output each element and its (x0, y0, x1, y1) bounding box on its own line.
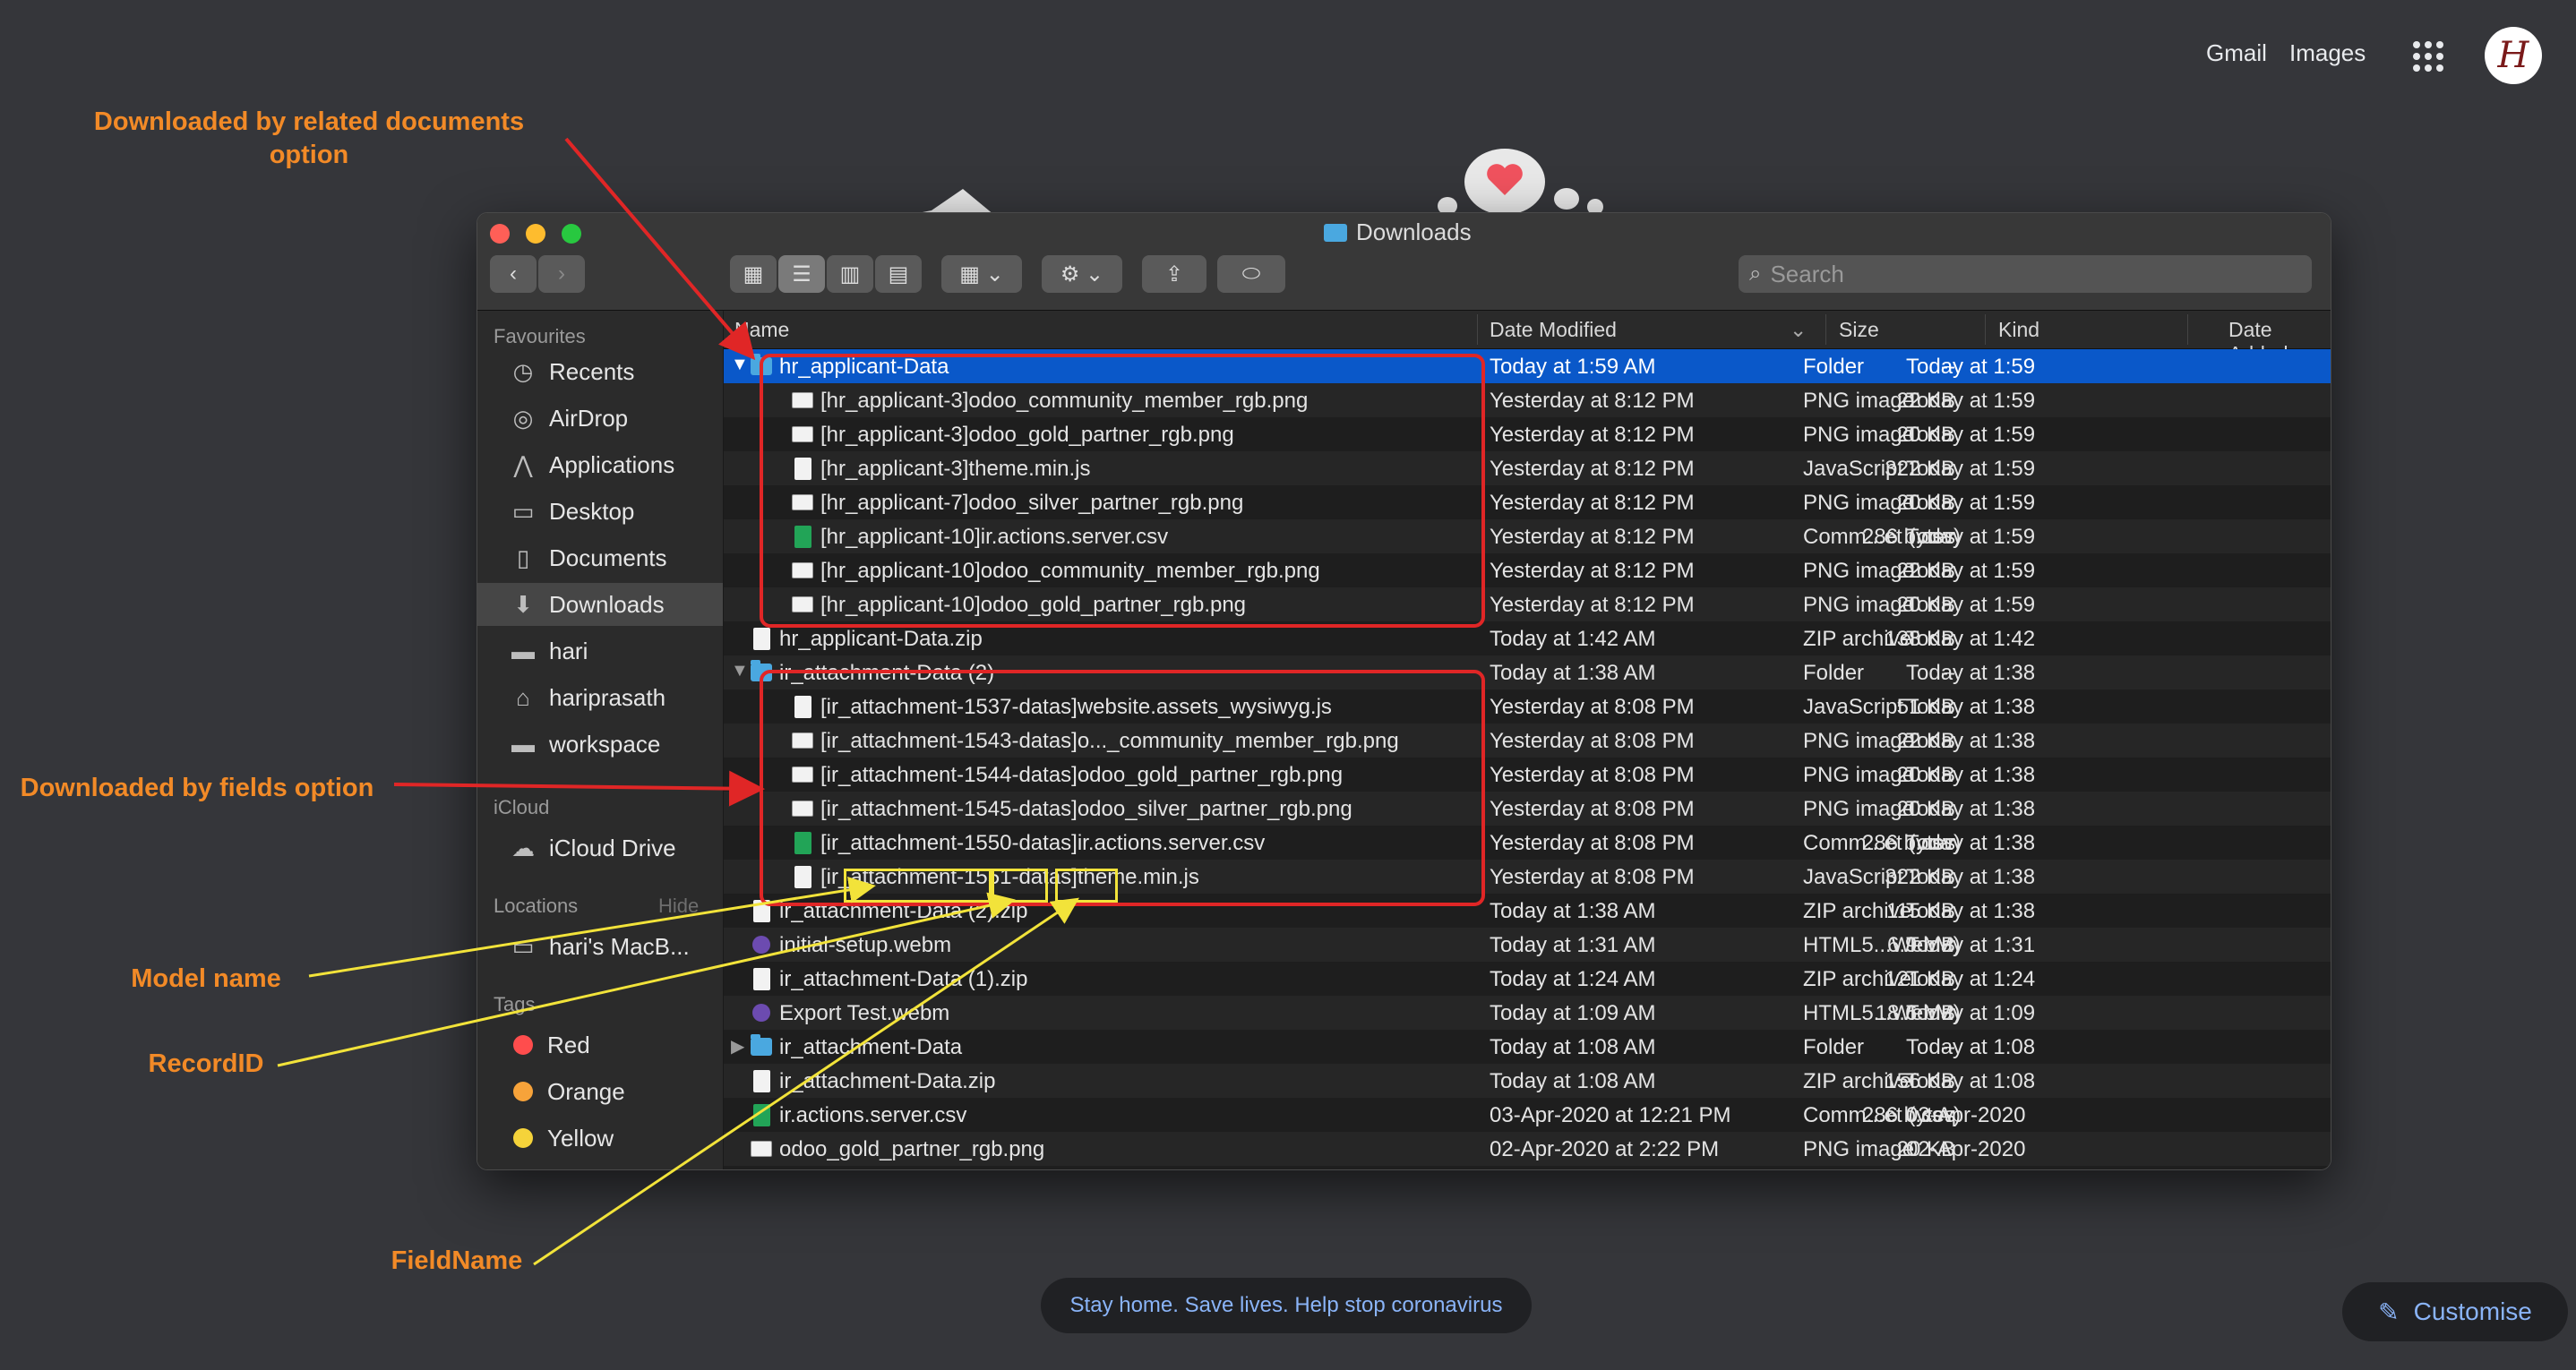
banner-text: Stay home. Save lives. Help stop coronav… (1069, 1293, 1503, 1317)
arrow-model-name (308, 876, 876, 978)
customise-button[interactable]: ✎ Customise (2342, 1282, 2568, 1341)
arrow-related-docs (564, 137, 756, 361)
arrow-field-name (533, 897, 1079, 1266)
arrow-record-id (277, 892, 1016, 1067)
arrow-fields-option (393, 770, 765, 807)
covid-banner[interactable]: Stay home. Save lives. Help stop coronav… (1041, 1278, 1532, 1333)
annotation-arrows (277, 137, 1079, 1266)
pencil-icon: ✎ (2378, 1297, 2400, 1326)
customise-label: Customise (2413, 1297, 2532, 1325)
